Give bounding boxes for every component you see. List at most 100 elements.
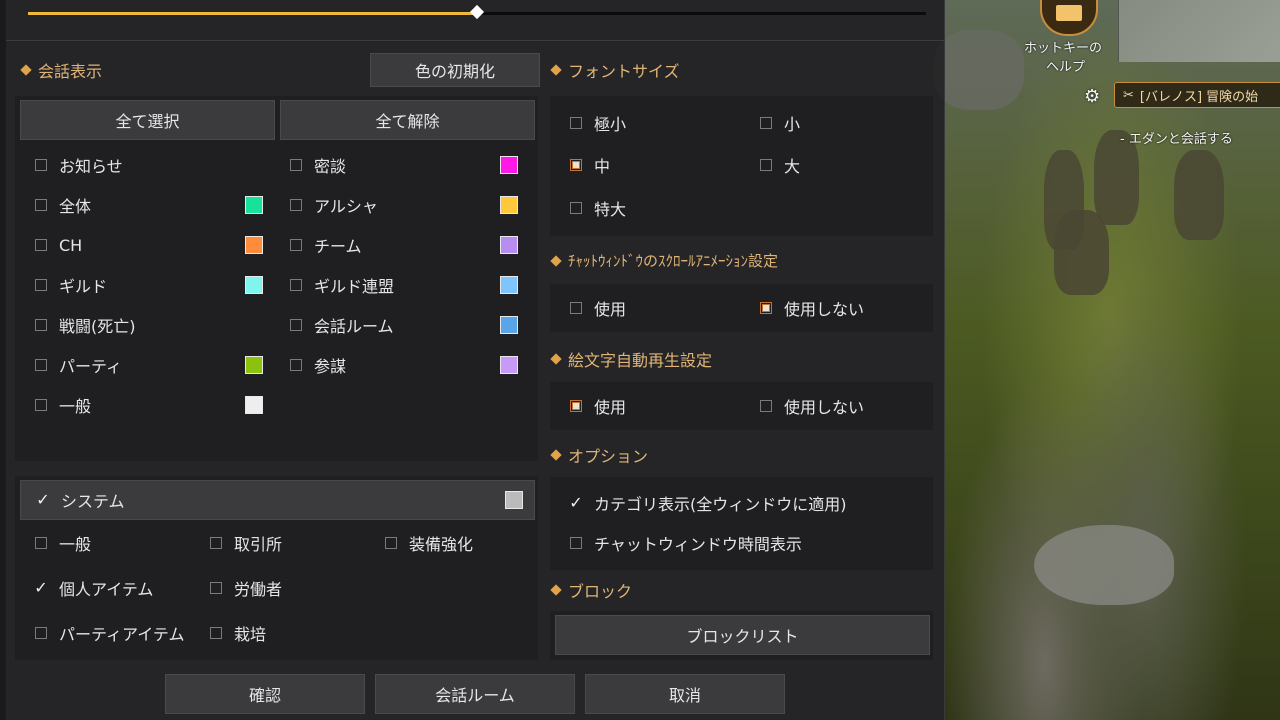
radio[interactable] <box>760 117 772 129</box>
color-swatch-chatroom[interactable] <box>500 316 518 334</box>
slider-fill <box>28 12 477 15</box>
radio-selected[interactable] <box>570 159 582 171</box>
select-all-button[interactable]: 全て選択 <box>20 100 275 140</box>
checkbox[interactable] <box>210 627 222 639</box>
checkbox[interactable] <box>385 537 397 549</box>
color-swatch-ch[interactable] <box>245 236 263 254</box>
checkbox[interactable] <box>35 399 47 411</box>
option-time-display[interactable]: チャットウィンドウ時間表示 <box>570 532 802 554</box>
channel-item-guild[interactable]: ギルド <box>35 274 107 296</box>
emoji-autoplay-no-use[interactable]: 使用しない <box>760 395 864 417</box>
color-swatch-whisper[interactable] <box>500 156 518 174</box>
checkbox[interactable] <box>290 319 302 331</box>
cancel-button[interactable]: 取消 <box>585 674 785 714</box>
font-size-large[interactable]: 大 <box>760 154 800 176</box>
quest-objective[interactable]: - エダンと会話する <box>1120 128 1233 147</box>
radio-selected[interactable] <box>760 302 772 314</box>
system-item-party-item[interactable]: パーティアイテム <box>35 622 184 644</box>
system-item-general[interactable]: 一般 <box>35 532 91 554</box>
channel-item-chatroom[interactable]: 会話ルーム <box>290 314 394 336</box>
checkbox[interactable] <box>210 582 222 594</box>
checkbox[interactable] <box>290 279 302 291</box>
color-swatch-alliance[interactable] <box>500 276 518 294</box>
color-swatch-party[interactable] <box>245 356 263 374</box>
channel-label: 戦闘(死亡) <box>59 317 136 336</box>
channel-item-team[interactable]: チーム <box>290 234 362 256</box>
channel-item-whisper[interactable]: 密談 <box>290 154 346 176</box>
opacity-slider[interactable] <box>28 4 926 20</box>
system-item-worker[interactable]: 労働者 <box>210 577 282 599</box>
diamond-icon <box>550 64 562 76</box>
checkbox[interactable] <box>35 159 47 171</box>
system-item-farming[interactable]: 栽培 <box>210 622 266 644</box>
scroll-animation-use[interactable]: 使用 <box>570 297 626 319</box>
channel-item-battle[interactable]: 戦闘(死亡) <box>35 314 136 336</box>
channel-label: 全体 <box>59 197 92 216</box>
checkbox[interactable] <box>290 199 302 211</box>
system-item-market[interactable]: 取引所 <box>210 532 282 554</box>
quest-tracker-title[interactable]: ✂ [バレノス] 冒険の始 <box>1114 82 1280 108</box>
chat-room-button[interactable]: 会話ルーム <box>375 674 575 714</box>
checkbox[interactable] <box>35 537 47 549</box>
channel-item-arsha[interactable]: アルシャ <box>290 194 378 216</box>
font-size-medium[interactable]: 中 <box>570 154 610 176</box>
check-icon[interactable]: ✓ <box>568 495 584 511</box>
radio[interactable] <box>570 202 582 214</box>
hotkey-help-label-2[interactable]: ヘルプ <box>1046 56 1085 75</box>
option-label: 小 <box>784 115 801 134</box>
color-swatch-all[interactable] <box>245 196 263 214</box>
checkbox[interactable] <box>35 319 47 331</box>
color-swatch-general[interactable] <box>245 396 263 414</box>
color-swatch-guild[interactable] <box>245 276 263 294</box>
channel-item-party[interactable]: パーティ <box>35 354 122 376</box>
option-category-display[interactable]: ✓ カテゴリ表示(全ウィンドウに適用) <box>568 492 846 515</box>
radio-selected[interactable] <box>570 400 582 412</box>
system-row[interactable]: ✓ システム <box>20 480 535 520</box>
diamond-icon <box>550 353 562 365</box>
reset-color-button[interactable]: 色の初期化 <box>370 53 540 87</box>
scroll-animation-no-use[interactable]: 使用しない <box>760 297 864 319</box>
check-icon[interactable]: ✓ <box>35 492 51 508</box>
check-icon[interactable]: ✓ <box>33 580 49 596</box>
channel-item-advisor[interactable]: 参謀 <box>290 354 346 376</box>
color-swatch-arsha[interactable] <box>500 196 518 214</box>
minimap[interactable] <box>1118 0 1280 62</box>
hotkey-help-label-1[interactable]: ホットキーの <box>1024 37 1102 56</box>
channel-label: 会話ルーム <box>314 317 394 336</box>
checkbox[interactable] <box>35 199 47 211</box>
color-swatch-advisor[interactable] <box>500 356 518 374</box>
option-label: 使用しない <box>784 300 865 319</box>
channel-item-general[interactable]: 一般 <box>35 394 91 416</box>
checkbox[interactable] <box>570 537 582 549</box>
checkbox[interactable] <box>290 359 302 371</box>
font-size-small[interactable]: 小 <box>760 112 800 134</box>
checkbox[interactable] <box>35 359 47 371</box>
system-item-personal-item[interactable]: ✓ 個人アイテム <box>33 577 153 600</box>
radio[interactable] <box>760 400 772 412</box>
channel-item-alliance[interactable]: ギルド連盟 <box>290 274 394 296</box>
system-item-enhance[interactable]: 装備強化 <box>385 532 473 554</box>
color-swatch-team[interactable] <box>500 236 518 254</box>
radio[interactable] <box>570 302 582 314</box>
font-size-xsmall[interactable]: 極小 <box>570 112 626 134</box>
block-list-button[interactable]: ブロックリスト <box>555 615 930 655</box>
radio[interactable] <box>570 117 582 129</box>
checkbox[interactable] <box>290 159 302 171</box>
font-size-xlarge[interactable]: 特大 <box>570 197 626 219</box>
channel-item-all[interactable]: 全体 <box>35 194 91 216</box>
confirm-button[interactable]: 確認 <box>165 674 365 714</box>
system-item-label: パーティアイテム <box>59 625 185 644</box>
checkbox[interactable] <box>290 239 302 251</box>
gear-icon[interactable]: ⚙ <box>1084 86 1100 107</box>
color-swatch-system[interactable] <box>505 491 523 509</box>
emoji-autoplay-use[interactable]: 使用 <box>570 395 626 417</box>
radio[interactable] <box>760 159 772 171</box>
checkbox[interactable] <box>210 537 222 549</box>
checkbox[interactable] <box>35 239 47 251</box>
channel-label: チーム <box>314 237 362 256</box>
channel-item-ch[interactable]: CH <box>35 234 82 256</box>
checkbox[interactable] <box>35 627 47 639</box>
deselect-all-button[interactable]: 全て解除 <box>280 100 535 140</box>
channel-item-notice[interactable]: お知らせ <box>35 154 123 176</box>
checkbox[interactable] <box>35 279 47 291</box>
